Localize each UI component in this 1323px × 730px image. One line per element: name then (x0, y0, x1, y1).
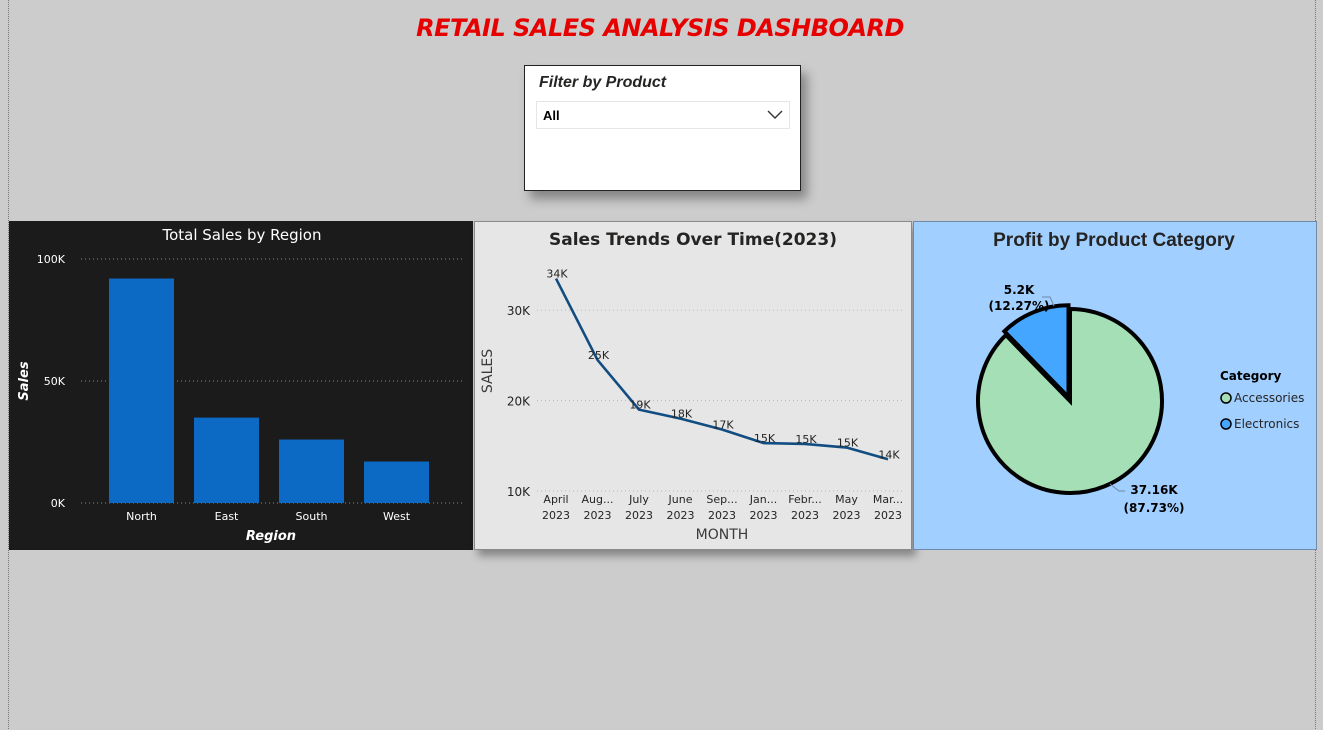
x-tick-month: Jan... (749, 493, 777, 506)
x-tick-year: 2023 (584, 509, 612, 522)
x-tick-year: 2023 (708, 509, 736, 522)
pie-pct-label: (12.27%) (989, 299, 1050, 313)
x-tick-year: 2023 (833, 509, 861, 522)
x-tick-year: 2023 (667, 509, 695, 522)
leader-line (1109, 483, 1125, 492)
x-tick-year: 2023 (750, 509, 778, 522)
x-tick-month: Aug... (582, 493, 614, 506)
x-tick-month: Sep... (706, 493, 737, 506)
product-filter-slicer[interactable]: Filter by Product All (524, 65, 801, 191)
y-tick-label: 10K (507, 485, 531, 499)
legend-marker[interactable] (1220, 418, 1232, 430)
data-label: 15K (754, 432, 776, 445)
bar-north[interactable] (109, 278, 174, 503)
x-axis-title: Region (246, 529, 296, 544)
chevron-down-icon[interactable] (767, 110, 783, 120)
pie-pct-label: (87.73%) (1124, 501, 1185, 515)
x-tick-month: April (543, 493, 568, 506)
x-tick-label: North (126, 510, 157, 523)
pie-value-label: 37.16K (1130, 483, 1178, 497)
data-label: 17K (712, 418, 734, 431)
x-tick-year: 2023 (625, 509, 653, 522)
bar-east[interactable] (194, 417, 259, 503)
x-tick-month: Febr... (788, 493, 821, 506)
x-tick-label: South (296, 510, 328, 523)
pie-value-label: 5.2K (1004, 283, 1035, 297)
filter-title: Filter by Product (539, 74, 667, 91)
data-label: 14K (878, 448, 900, 461)
bar-west[interactable] (364, 461, 429, 503)
y-axis-title: SALES (480, 349, 496, 393)
legend-label-accessories[interactable]: Accessories (1234, 391, 1304, 405)
profit-pie-svg: Profit by Product Category 5.2K (12.27%) 37… (976, 230, 1304, 515)
sales-line[interactable] (554, 277, 889, 461)
legend-marker[interactable] (1220, 392, 1232, 404)
sales-trend-svg: Sales Trends Over Time(2023) 10K 20K 30K 34K… (480, 230, 905, 543)
data-label: 25K (588, 349, 610, 362)
y-tick-label: 30K (507, 304, 531, 318)
x-tick-label: West (383, 510, 411, 523)
sales-by-region-svg: Total Sales by Region 0K 50K 100K North East S… (17, 226, 465, 544)
filter-selected-value: All (543, 108, 560, 123)
data-label: 18K (671, 408, 693, 421)
product-filter-dropdown[interactable]: All (536, 101, 790, 129)
chart-title: Profit by Product Category (993, 230, 1235, 251)
data-label: 19K (629, 399, 651, 412)
x-tick-month: July (628, 493, 649, 506)
sales-trend-chart[interactable]: Sales Trends Over Time(2023) 10K 20K 30K 34K… (474, 221, 912, 550)
chart-title: Sales Trends Over Time(2023) (549, 230, 837, 250)
y-tick-label: 20K (507, 395, 531, 409)
x-tick-month: Mar... (873, 493, 903, 506)
chart-title: Total Sales by Region (161, 226, 321, 244)
x-tick-year: 2023 (791, 509, 819, 522)
y-tick-label: 50K (44, 375, 66, 388)
x-tick-year: 2023 (542, 509, 570, 522)
data-label: 15K (795, 433, 817, 446)
y-tick-label: 0K (51, 497, 66, 510)
data-label: 15K (837, 437, 859, 450)
x-tick-month: June (668, 493, 693, 506)
dashboard-title: RETAIL SALES ANALYSIS DASHBOARD (416, 14, 904, 42)
legend-label-electronics[interactable]: Electronics (1234, 417, 1299, 431)
bar-south[interactable] (279, 439, 344, 503)
sales-by-region-chart[interactable]: Total Sales by Region 0K 50K 100K North East S… (9, 221, 473, 550)
x-axis-title: MONTH (696, 527, 749, 543)
y-tick-label: 100K (37, 253, 66, 266)
legend-title: Category (1220, 369, 1282, 383)
x-tick-month: May (835, 493, 858, 506)
data-label: 34K (546, 268, 568, 281)
x-tick-label: East (215, 510, 239, 523)
x-tick-year: 2023 (874, 509, 902, 522)
y-axis-title: Sales (17, 361, 32, 400)
profit-by-category-chart[interactable]: Profit by Product Category 5.2K (12.27%) 37… (913, 221, 1317, 550)
